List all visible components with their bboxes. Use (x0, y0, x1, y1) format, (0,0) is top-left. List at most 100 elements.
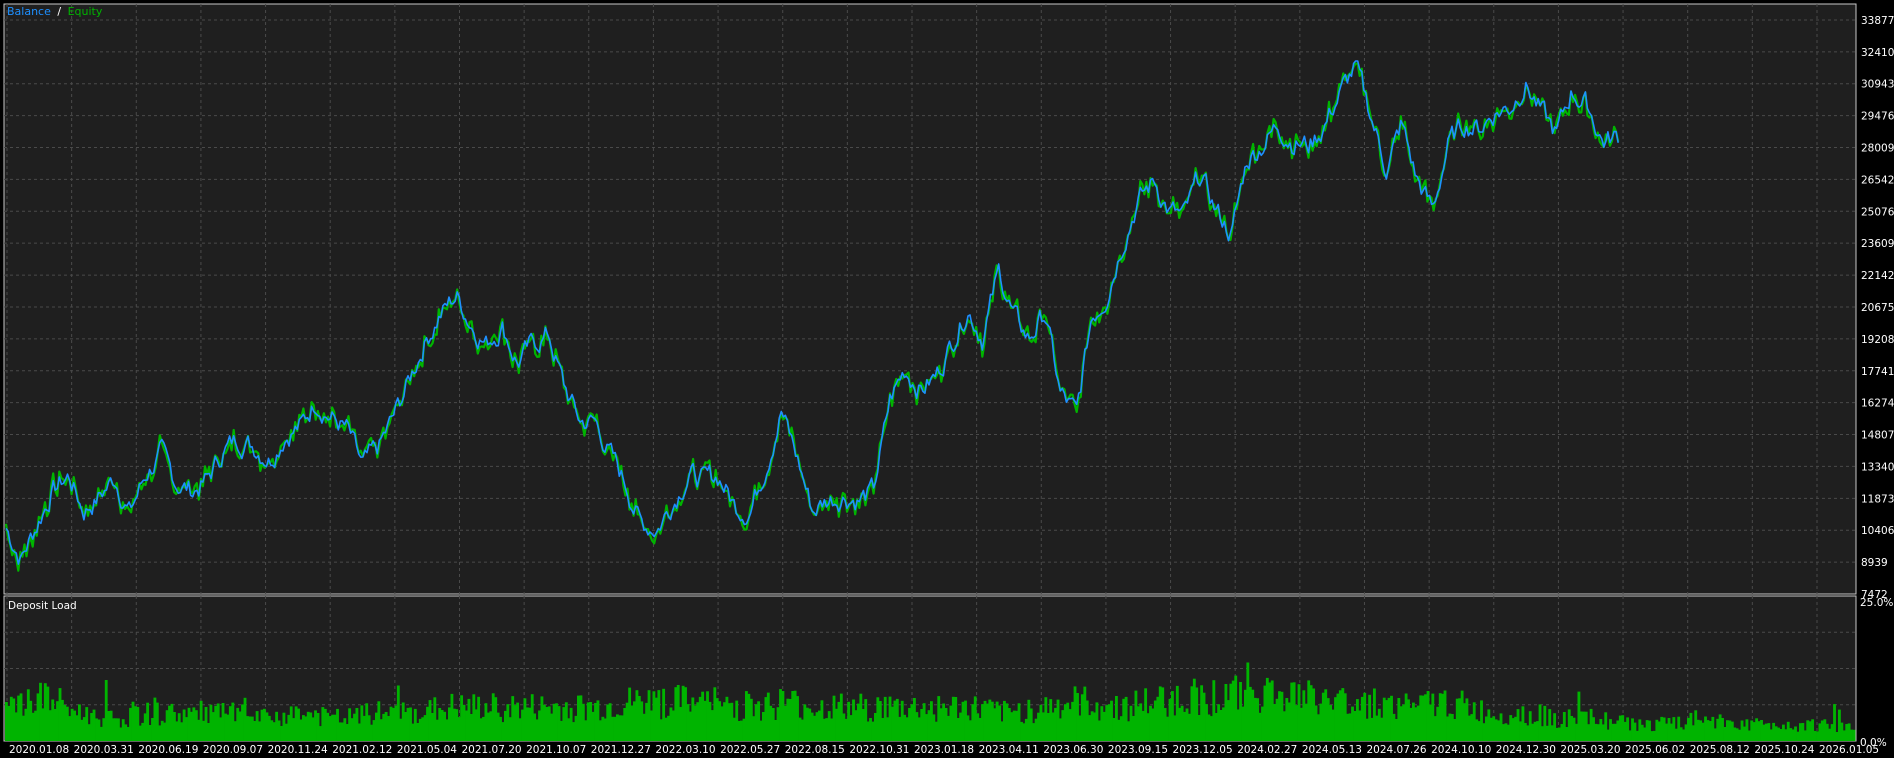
y-tick-label: 14807 (1861, 430, 1894, 442)
deposit-load-bar (384, 712, 388, 741)
deposit-load-bar (888, 696, 892, 741)
x-tick-label: 2025.08.12 (1690, 744, 1750, 756)
deposit-load-bar (1102, 711, 1106, 741)
deposit-load-bar (603, 718, 607, 741)
deposit-load-bar (1779, 729, 1783, 741)
deposit-load-bar (78, 704, 81, 741)
deposit-load-bar (413, 708, 417, 741)
deposit-load-bar (618, 715, 622, 741)
deposit-load-bar (1343, 693, 1347, 741)
x-tick-label: 2021.12.27 (591, 744, 651, 756)
deposit-load-bar (1265, 677, 1269, 741)
deposit-load-bar (362, 715, 366, 741)
deposit-load-bar (1224, 684, 1228, 741)
deposit-load-bar (1173, 715, 1177, 741)
deposit-load-bar (1117, 719, 1121, 741)
deposit-load-bar (1132, 716, 1135, 741)
deposit-load-title: Deposit Load (8, 600, 77, 612)
legend-equity: Equity (68, 5, 103, 18)
deposit-load-bar (847, 701, 851, 741)
deposit-load-bar (448, 707, 451, 741)
x-tick-label: 2024.10.10 (1431, 744, 1491, 756)
y-tick-label: 13340 (1861, 461, 1894, 473)
deposit-load-bar (954, 697, 958, 741)
deposit-load-bar (491, 693, 495, 741)
y-tick-label: 25076 (1861, 206, 1894, 218)
deposit-load-bar (968, 720, 972, 741)
y-tick-label: 20675 (1861, 302, 1894, 314)
deposit-load-bar (1309, 685, 1313, 741)
deposit-load-bar (1139, 703, 1143, 741)
deposit-load-bar (747, 693, 751, 741)
deposit-load-bar (825, 718, 829, 741)
deposit-load-bar (455, 709, 459, 741)
deposit-load-bar (1054, 707, 1057, 741)
deposit-load-bar (433, 697, 437, 741)
deposit-load-bar (947, 715, 950, 741)
deposit-load-bar (1458, 698, 1462, 741)
deposit-load-bar (129, 707, 132, 741)
deposit-load-bar (163, 722, 167, 741)
deposit-load-bar (725, 696, 729, 741)
deposit-load-bar (783, 705, 787, 741)
deposit-load-bar (1565, 727, 1569, 741)
deposit-load-bar (1621, 715, 1625, 741)
deposit-load-bar (1409, 707, 1413, 741)
deposit-load-bar (591, 711, 595, 741)
deposit-load-bar (1516, 709, 1520, 741)
deposit-load-bar (1146, 713, 1150, 741)
deposit-load-bar (961, 701, 965, 741)
deposit-load-bar (1317, 714, 1320, 741)
deposit-load-bar (199, 700, 203, 741)
deposit-load-bar (1509, 715, 1513, 741)
deposit-load-bar (869, 718, 872, 741)
deposit-load-bar (1209, 716, 1213, 741)
deposit-load-bar (1331, 709, 1335, 741)
deposit-load-bar (1801, 723, 1805, 741)
deposit-load-bar (1258, 712, 1262, 741)
deposit-load-bar (284, 723, 288, 741)
deposit-load-bar (85, 707, 89, 741)
deposit-load-bar (703, 700, 707, 741)
deposit-load-bar (340, 722, 344, 741)
deposit-load-bar (1373, 688, 1376, 741)
deposit-load-bar (1158, 686, 1162, 741)
deposit-load-bar (121, 719, 125, 741)
deposit-load-bar (740, 720, 743, 741)
deposit-load-bar (1852, 729, 1856, 741)
deposit-load-bar (70, 708, 74, 741)
y-tick-label: 11873 (1861, 493, 1894, 505)
deposit-load-bar (92, 709, 96, 741)
deposit-load-bar (861, 709, 865, 741)
x-tick-label: 2020.09.07 (203, 744, 263, 756)
deposit-load-bar (1650, 731, 1654, 741)
x-tick-label: 2021.07.20 (461, 744, 521, 756)
deposit-load-bar (1757, 721, 1761, 741)
deposit-load-bar (932, 714, 936, 741)
deposit-load-bar (1543, 705, 1547, 741)
deposit-load-bar (1694, 710, 1698, 741)
deposit-load-bar (718, 701, 722, 741)
y-axis-tick-labels: 33877 32410 30943 29476 28009 26542 25076 23609… (1861, 15, 1894, 601)
deposit-load-bar (1180, 705, 1184, 741)
deposit-load-bar (7, 705, 11, 741)
deposit-load-bar (1772, 722, 1776, 741)
deposit-load-bar (22, 715, 25, 741)
deposit-load-bar (348, 708, 352, 741)
deposit-load-bar (1351, 706, 1354, 741)
y-tick-label: 29476 (1861, 111, 1894, 123)
deposit-load-bar (1786, 721, 1790, 741)
deposit-load-bar (241, 704, 244, 741)
x-tick-label: 2025.03.20 (1560, 744, 1620, 756)
x-tick-label: 2024.07.26 (1366, 744, 1426, 756)
deposit-load-bar (1338, 690, 1342, 741)
deposit-load-bar (881, 718, 885, 741)
x-tick-label: 2022.03.10 (655, 744, 715, 756)
deposit-load-bar (1579, 711, 1583, 741)
x-tick-label: 2022.05.27 (720, 744, 780, 756)
deposit-load-bar (1166, 716, 1169, 741)
deposit-load-bar (1472, 702, 1476, 741)
deposit-load-bar (314, 710, 317, 741)
x-tick-label: 2022.08.15 (785, 744, 845, 756)
deposit-load-bar (192, 707, 196, 741)
